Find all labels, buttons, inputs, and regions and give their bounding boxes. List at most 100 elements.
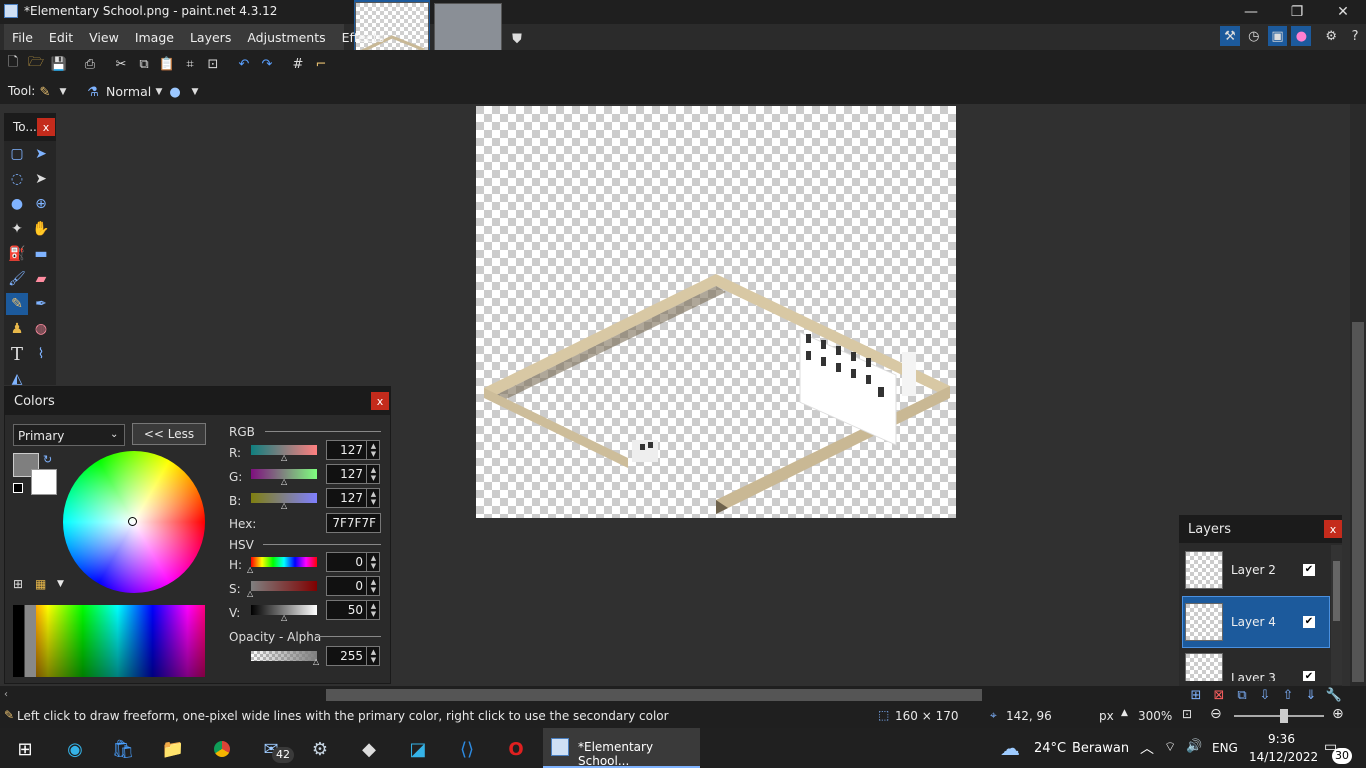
pan-hand-icon[interactable]: ✋ xyxy=(30,218,52,240)
new-file-icon[interactable]: 🗋 xyxy=(4,55,22,73)
h-spinner[interactable]: ▲ ▼ xyxy=(366,552,380,572)
units-select[interactable]: px xyxy=(1099,709,1114,723)
move-layer-down-icon[interactable]: ⇓ xyxy=(1302,686,1320,704)
history-icon[interactable]: ◷ xyxy=(1244,26,1264,46)
wifi-icon[interactable]: ⌔ xyxy=(1164,739,1176,755)
g-spinner[interactable]: ▲ ▼ xyxy=(366,464,380,484)
menu-edit[interactable]: Edit xyxy=(41,30,81,45)
zoom-to-window-icon[interactable]: ⊡ xyxy=(1182,707,1192,721)
minimize-button[interactable]: — xyxy=(1228,0,1274,24)
image-canvas[interactable] xyxy=(476,106,956,518)
blend-mode-select[interactable]: Normal xyxy=(106,84,151,99)
s-slider-thumb[interactable]: △ xyxy=(247,589,253,598)
store-icon[interactable]: 🛍 xyxy=(106,732,140,766)
g-slider-thumb[interactable]: △ xyxy=(281,477,287,486)
layers-close-button[interactable]: x xyxy=(1324,520,1342,538)
clock-time[interactable]: 9:36 xyxy=(1268,732,1295,746)
layers-toggle-icon[interactable]: ▣ xyxy=(1267,26,1288,46)
menu-adjustments[interactable]: Adjustments xyxy=(239,30,333,45)
deselect-icon[interactable]: ⊡ xyxy=(204,55,222,73)
merge-layer-down-icon[interactable]: ⇩ xyxy=(1256,686,1274,704)
colors-toggle-icon[interactable]: ● xyxy=(1291,26,1312,46)
move-layer-up-icon[interactable]: ⇧ xyxy=(1279,686,1297,704)
color-wheel-cursor[interactable] xyxy=(128,517,137,526)
copy-icon[interactable]: ⧉ xyxy=(135,55,153,73)
v-slider-thumb[interactable]: △ xyxy=(281,613,287,622)
edge-browser-icon[interactable]: ◉ xyxy=(58,732,92,766)
vscode-icon[interactable]: ⟨⟩ xyxy=(450,732,484,766)
alpha-slider-thumb[interactable]: △ xyxy=(313,657,319,666)
scroll-left-icon[interactable]: ‹ xyxy=(4,689,8,700)
menu-file[interactable]: File xyxy=(4,30,41,45)
weather-text[interactable]: Berawan xyxy=(1072,741,1129,756)
v-spinner[interactable]: ▲ ▼ xyxy=(366,600,380,620)
gradient-icon[interactable]: ▬ xyxy=(30,243,52,265)
zoom-slider[interactable] xyxy=(1234,715,1324,717)
zoom-icon[interactable]: ⊕ xyxy=(30,193,52,215)
undo-icon[interactable]: ↶ xyxy=(235,55,253,73)
pencil-tool-icon[interactable]: ✎ xyxy=(36,83,54,101)
alpha-spinner[interactable]: ▲ ▼ xyxy=(366,646,380,666)
units-dropdown-icon[interactable]: ▲ xyxy=(1121,708,1128,718)
grid-icon[interactable]: # xyxy=(289,55,307,73)
rectangle-select-icon[interactable]: ▢ xyxy=(6,143,28,165)
restore-button[interactable]: ❐ xyxy=(1274,0,1320,24)
ruler-icon[interactable]: ⌐ xyxy=(312,55,330,73)
horizontal-scroll-thumb[interactable] xyxy=(326,689,982,701)
antialias-icon[interactable]: ● xyxy=(166,83,184,101)
settings-gear-icon[interactable]: ⚙ xyxy=(1321,26,1341,46)
text-tool-icon[interactable]: T xyxy=(6,343,28,365)
reset-colors-icon[interactable] xyxy=(13,483,23,493)
layer-item-4[interactable]: Layer 4 ✔ xyxy=(1182,596,1330,648)
duplicate-layer-icon[interactable]: ⧉ xyxy=(1233,686,1251,704)
start-windows-icon[interactable]: ⊞ xyxy=(8,732,42,766)
recolor-icon[interactable]: ◍ xyxy=(30,318,52,340)
zoom-out-icon[interactable]: ⊖ xyxy=(1210,706,1222,722)
h-slider[interactable] xyxy=(251,557,317,567)
language-indicator[interactable]: ENG xyxy=(1212,741,1238,755)
crop-icon[interactable]: ⌗ xyxy=(181,55,199,73)
close-window-button[interactable]: ✕ xyxy=(1320,0,1366,24)
roblox-icon[interactable]: ◆ xyxy=(352,732,386,766)
add-layer-icon[interactable]: ⊞ xyxy=(1187,686,1205,704)
clone-stamp-icon[interactable]: ♟ xyxy=(6,318,28,340)
steam-icon[interactable]: ⚙ xyxy=(303,732,337,766)
help-icon[interactable]: ? xyxy=(1345,26,1365,46)
vertical-scrollbar[interactable] xyxy=(1350,104,1366,686)
weather-temperature[interactable]: 24°C xyxy=(1034,741,1066,756)
colors-close-button[interactable]: x xyxy=(371,392,389,410)
s-spinner[interactable]: ▲ ▼ xyxy=(366,576,380,596)
palette-dropdown-icon[interactable]: ▼ xyxy=(57,579,64,589)
palette-menu-icon[interactable]: ▦ xyxy=(35,577,53,593)
add-to-palette-icon[interactable]: ⊞ xyxy=(13,577,31,593)
line-curve-icon[interactable]: ⌇ xyxy=(30,343,52,365)
swap-colors-icon[interactable]: ↻ xyxy=(43,453,52,466)
color-palette[interactable] xyxy=(13,605,205,677)
menu-effects[interactable]: Effects xyxy=(334,30,393,45)
b-slider-thumb[interactable]: △ xyxy=(281,501,287,510)
layers-scroll-thumb[interactable] xyxy=(1333,561,1340,621)
zoom-level[interactable]: 300% xyxy=(1138,709,1172,723)
layer-visibility-checkbox[interactable]: ✔ xyxy=(1303,616,1315,628)
tabs-dropdown-icon[interactable]: ⛊ xyxy=(508,30,526,48)
chrome-icon[interactable] xyxy=(205,732,239,766)
antialias-dropdown-icon[interactable]: ▼ xyxy=(186,83,204,101)
magic-wand-icon[interactable]: ✦ xyxy=(6,218,28,240)
color-wheel[interactable] xyxy=(63,451,205,593)
color-target-select[interactable]: Primary ⌄ xyxy=(13,424,125,446)
clock-date[interactable]: 14/12/2022 xyxy=(1249,750,1318,764)
layer-properties-icon[interactable]: 🔧 xyxy=(1325,686,1343,704)
r-slider-thumb[interactable]: △ xyxy=(281,453,287,462)
b-spinner[interactable]: ▲ ▼ xyxy=(366,488,380,508)
file-explorer-icon[interactable]: 📁 xyxy=(156,732,190,766)
tool-dropdown-icon[interactable]: ▼ xyxy=(54,83,72,101)
print-icon[interactable]: ⎙ xyxy=(81,55,99,73)
move-selection-icon[interactable]: ➤ xyxy=(30,168,52,190)
tools-close-button[interactable]: x xyxy=(37,118,55,136)
secondary-color-swatch[interactable] xyxy=(31,469,57,495)
open-file-icon[interactable]: 🗁 xyxy=(27,55,45,73)
layers-scrollbar[interactable] xyxy=(1331,545,1342,685)
less-button[interactable]: << Less xyxy=(132,423,206,445)
layer-visibility-checkbox[interactable]: ✔ xyxy=(1303,671,1315,681)
volume-icon[interactable]: 🔊 xyxy=(1186,739,1202,754)
